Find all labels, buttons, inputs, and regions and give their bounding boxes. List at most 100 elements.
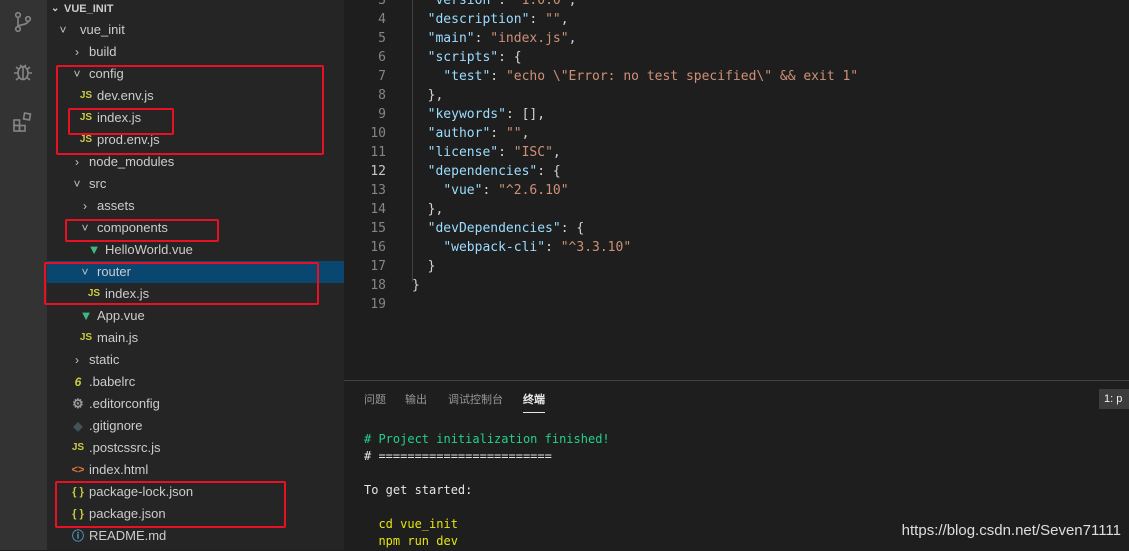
code-token: "^2.6.10" — [498, 183, 569, 198]
code-editor[interactable]: 3 "version": "1.0.0", 4 "description": ""… — [344, 0, 1129, 380]
code-text: "scripts": { — [412, 48, 522, 67]
code-token: : — [474, 31, 491, 46]
line-number: 8 — [378, 88, 386, 103]
code-token: : — [498, 145, 514, 160]
tree-item-label: index.js — [97, 110, 142, 125]
file-item[interactable]: ▼ App.vue — [47, 305, 344, 327]
code-text: } — [412, 257, 436, 276]
terminal-selector[interactable]: 1: p — [1099, 389, 1129, 409]
code-line: 11 "license": "ISC", — [344, 143, 1129, 162]
code-token: , — [552, 145, 561, 160]
code-token: "1.0.0" — [513, 0, 569, 8]
code-token: "main" — [427, 31, 475, 46]
tree-item-label: package-lock.json — [89, 484, 194, 499]
json-file-icon: { } — [72, 508, 84, 520]
code-line: 3 "version": "1.0.0", — [344, 0, 1129, 10]
js-file-icon: JS — [79, 112, 93, 123]
code-token: : — [490, 69, 506, 84]
tree-item-label: config — [89, 66, 124, 81]
code-token: }, — [412, 88, 444, 103]
file-item[interactable]: ◆ .gitignore — [47, 415, 344, 437]
folder-item[interactable]: › static — [47, 349, 344, 371]
tree-item-label: build — [89, 44, 117, 59]
chevron-down-icon: ˅ — [59, 23, 67, 37]
tree-item-label: README.md — [89, 528, 167, 543]
chevron-right-icon: › — [75, 353, 79, 367]
tree-item-label: index.html — [89, 462, 149, 477]
tree-item-label: src — [89, 176, 107, 191]
code-text: "keywords": [], — [412, 105, 545, 124]
file-item[interactable]: JS index.js — [47, 283, 344, 305]
code-token: "version" — [427, 0, 499, 8]
tree-item-label: node_modules — [89, 154, 175, 169]
code-token: : { — [498, 50, 522, 65]
file-item[interactable]: <> index.html — [47, 459, 344, 481]
explorer-root-header[interactable]: ⌄ VUE_INIT — [47, 0, 344, 18]
line-number: 19 — [370, 297, 386, 312]
file-item[interactable]: JS dev.env.js — [47, 85, 344, 107]
tab-output[interactable]: 输出 — [405, 389, 427, 411]
chevron-down-icon: ˅ — [81, 265, 89, 279]
line-number: 9 — [378, 107, 386, 122]
file-item[interactable]: JS index.js — [47, 107, 344, 129]
tab-terminal[interactable]: 终端 — [523, 389, 545, 413]
file-item[interactable]: 6 .babelrc — [47, 371, 344, 393]
file-item[interactable]: { } package.json — [47, 503, 344, 525]
extensions-icon[interactable] — [11, 110, 35, 134]
folder-item[interactable]: › build — [47, 41, 344, 63]
git-file-icon: ◆ — [73, 419, 83, 433]
code-text: } — [412, 276, 420, 295]
debug-icon[interactable] — [11, 60, 35, 84]
file-item[interactable]: { } package-lock.json — [47, 481, 344, 503]
js-file-icon: JS — [79, 134, 93, 145]
tab-debug-console[interactable]: 调试控制台 — [448, 389, 503, 411]
code-token: } — [412, 259, 436, 274]
tree-item-label: .babelrc — [89, 374, 136, 389]
folder-item[interactable]: › node_modules — [47, 151, 344, 173]
code-text: "author": "", — [412, 124, 530, 143]
file-item[interactable]: ⚙ .editorconfig — [47, 393, 344, 415]
terminal-line: To get started: — [364, 483, 473, 497]
file-item[interactable]: JS main.js — [47, 327, 344, 349]
tree-item-label: .gitignore — [89, 418, 143, 433]
tree-item-label: package.json — [89, 506, 166, 521]
folder-item[interactable]: ˅ components — [47, 217, 344, 239]
file-item[interactable]: JS .postcssrc.js — [47, 437, 344, 459]
folder-item[interactable]: ˅ config — [47, 63, 344, 85]
tree-item-label: HelloWorld.vue — [105, 242, 193, 257]
source-control-icon[interactable] — [11, 10, 35, 34]
code-token: : { — [560, 221, 585, 236]
line-number: 10 — [370, 126, 386, 141]
line-number: 6 — [378, 50, 386, 65]
file-item[interactable]: JS prod.env.js — [47, 129, 344, 151]
code-text: "main": "index.js", — [412, 29, 577, 48]
terminal-line: cd vue_init — [364, 517, 458, 531]
code-token: "devDependencies" — [427, 221, 561, 236]
code-line: 9 "keywords": [], — [344, 105, 1129, 124]
tab-problems[interactable]: 问题 — [364, 389, 386, 411]
folder-item[interactable]: ˅ vue_init — [47, 19, 344, 41]
code-text: "license": "ISC", — [412, 143, 561, 162]
line-number: 7 — [378, 69, 386, 84]
code-text: "vue": "^2.6.10" — [412, 181, 569, 200]
code-token: , — [560, 12, 569, 27]
chevron-right-icon: › — [75, 155, 79, 169]
file-item[interactable]: ⓘ README.md — [47, 525, 344, 547]
code-token: "ISC" — [513, 145, 553, 160]
code-token: "dependencies" — [427, 164, 538, 179]
folder-item[interactable]: ˅ src — [47, 173, 344, 195]
code-text: "description": "", — [412, 10, 569, 29]
tree-item-label: router — [97, 264, 131, 279]
folder-item[interactable]: ˅ router — [47, 261, 344, 283]
line-number: 4 — [378, 12, 386, 27]
folder-item[interactable]: › assets — [47, 195, 344, 217]
file-item[interactable]: ▼ HelloWorld.vue — [47, 239, 344, 261]
code-text: "dependencies": { — [412, 162, 561, 181]
js-file-icon: JS — [71, 442, 85, 453]
code-line: 16 "webpack-cli": "^3.3.10" — [344, 238, 1129, 257]
